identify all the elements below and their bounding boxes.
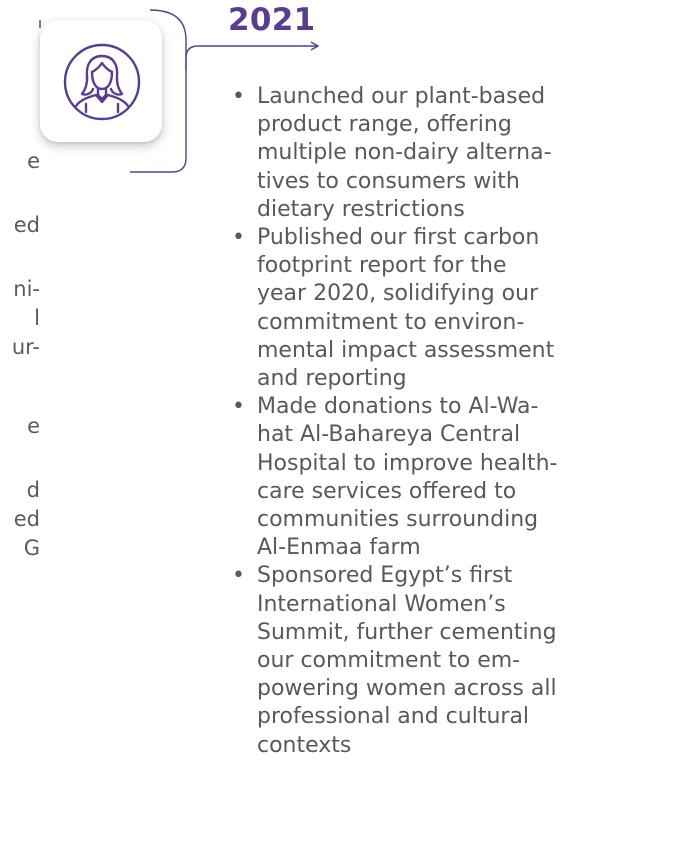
achievement-text-line: professional and cultural — [257, 704, 530, 730]
bullet-icon: • — [232, 84, 245, 109]
achievement-text-line: commitment to environ- — [257, 309, 525, 335]
achievement-text-line: year 2020, solidifying our — [257, 281, 539, 307]
achievement-item: • Published our first carbon footprint rep… — [230, 224, 670, 393]
achievement-text-line: Al-Enmaa farm — [257, 535, 421, 561]
achievement-text-line: product range, offering — [257, 112, 512, 138]
achievement-text-line: care services offered to — [257, 478, 517, 504]
bullet-icon: • — [232, 563, 245, 589]
bullet-icon: • — [232, 394, 245, 420]
achievement-text-line: International Women’s — [257, 591, 506, 617]
left-text-fragment: ur- — [11, 335, 40, 359]
achievement-item: • Made donations to Al-Wa-hat Al-Bahareya… — [230, 393, 670, 562]
achievement-item: • Sponsored Egypt’s first International Wo… — [230, 562, 670, 759]
woman-profile-icon — [63, 43, 141, 121]
year-heading: 2021 — [228, 2, 316, 38]
achievement-text-line: Made donations to Al-Wa- — [257, 394, 539, 420]
achievement-text-line: and reporting — [257, 366, 407, 392]
achievement-text-line: communities surrounding — [257, 507, 539, 533]
achievement-text-line: Sponsored Egypt’s first — [257, 563, 513, 589]
achievement-text-line: contexts — [257, 732, 352, 758]
achievement-text-line: hat Al-Bahareya Central — [257, 422, 521, 448]
achievements-list: • Launched our plant-based product range, … — [230, 83, 670, 760]
achievement-item: • Launched our plant-based product range, … — [230, 83, 670, 224]
achievement-text-line: Hospital to improve health- — [257, 450, 558, 476]
achievement-text-line: mental impact assessment — [257, 337, 555, 363]
left-text-fragment: e — [27, 414, 40, 438]
bullet-icon: • — [232, 225, 245, 251]
achievement-text-line: footprint report for the — [257, 253, 507, 279]
left-text-fragment: ed — [13, 213, 40, 237]
left-text-fragment: ed — [13, 507, 40, 531]
achievement-text-line: Published our first carbon — [257, 225, 540, 251]
achievement-text-line: tives to consumers with — [257, 168, 520, 194]
achievement-text-line: Summit, further cementing — [257, 619, 557, 645]
achievement-text-line: multiple non-dairy alterna- — [257, 140, 552, 166]
left-text-fragment: l — [34, 306, 40, 330]
achievement-text-line: Launched our plant-based — [257, 84, 546, 109]
left-text-fragment: ni- — [13, 277, 40, 301]
icon-card — [40, 20, 162, 142]
left-text-fragment: d — [26, 478, 40, 502]
achievement-text-line: powering women across all — [257, 676, 557, 702]
left-text-fragment: G — [23, 536, 40, 560]
achievement-text-line: our commitment to em- — [257, 648, 521, 674]
achievement-text-line: dietary restrictions — [257, 196, 465, 222]
